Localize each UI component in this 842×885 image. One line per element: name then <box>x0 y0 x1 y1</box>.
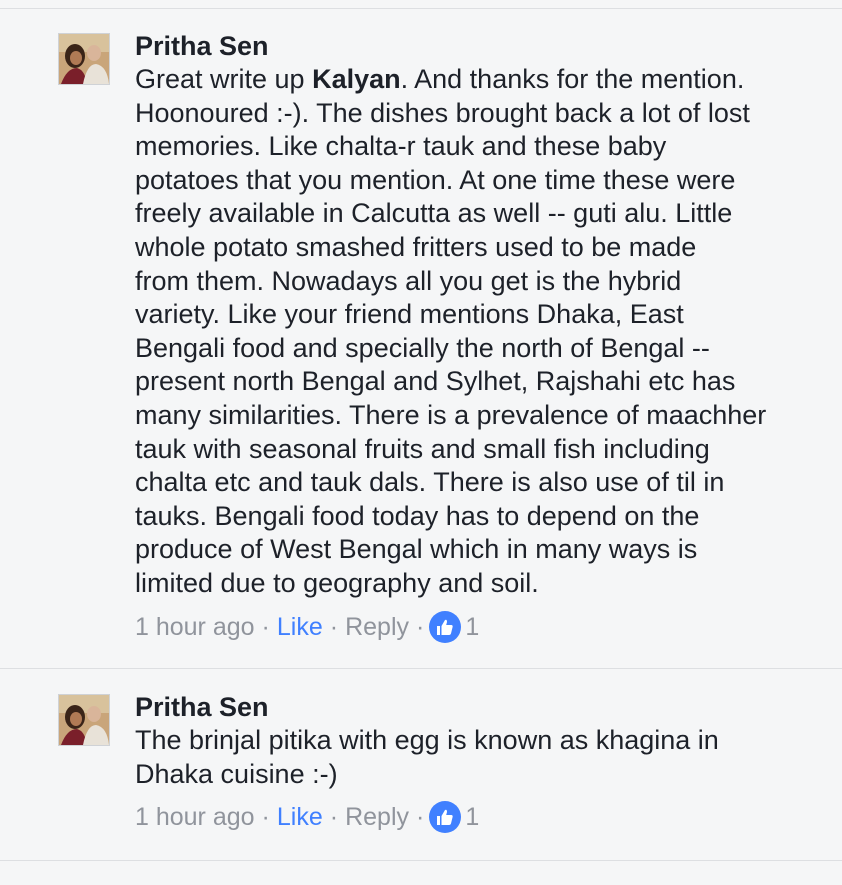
comment-line: Hoonoured :-). The dishes brought back a… <box>135 97 750 128</box>
avatar[interactable] <box>58 33 110 85</box>
comment-author[interactable]: Pritha Sen <box>135 690 842 724</box>
text-run: . And thanks for the mention. <box>400 64 745 94</box>
reply-button[interactable]: Reply <box>345 802 409 832</box>
comment-line: tauks. Bengali food today has to depend … <box>135 500 700 531</box>
text-run: Great write up <box>135 64 313 94</box>
separator: · <box>416 803 425 832</box>
separator: · <box>416 612 425 641</box>
comment-line: Great write up Kalyan. And thanks for th… <box>135 63 842 97</box>
comment-text: Great write up Kalyan. And thanks for th… <box>135 63 842 601</box>
separator: · <box>261 803 270 832</box>
separator: · <box>261 612 270 641</box>
comment-line: from them. Nowadays all you get is the h… <box>135 265 682 296</box>
comment-line: variety. Like your friend mentions Dhaka… <box>135 299 684 330</box>
timestamp[interactable]: 1 hour ago <box>135 802 255 832</box>
comment-line: chalta etc and tauk dals. There is also … <box>135 467 725 498</box>
bottom-divider <box>0 860 842 861</box>
timestamp[interactable]: 1 hour ago <box>135 612 255 642</box>
comment-author[interactable]: Pritha Sen <box>135 29 842 63</box>
comment-line: Dhaka cuisine :-) <box>135 758 338 789</box>
comment-meta: 1 hour ago · Like · Reply · 1 <box>135 610 842 643</box>
comment-line: whole potato smashed fritters used to be… <box>135 231 697 262</box>
top-divider <box>0 8 842 9</box>
mention-link[interactable]: Kalyan <box>312 64 401 94</box>
comment-line: The brinjal pitika with egg is known as … <box>135 725 719 755</box>
comment-line: many similarities. There is a prevalence… <box>135 399 767 430</box>
comment-line: memories. Like chalta-r tauk and these b… <box>135 131 667 162</box>
reaction-count[interactable]: 1 <box>465 802 479 832</box>
avatar-photo <box>59 695 109 745</box>
separator: · <box>329 803 339 832</box>
comment-line: Bengali food and specially the north of … <box>135 332 710 363</box>
comment-line: tauk with seasonal fruits and small fish… <box>135 433 710 464</box>
avatar[interactable] <box>58 694 110 746</box>
avatar-photo <box>59 34 109 84</box>
like-button[interactable]: Like <box>277 802 323 832</box>
comment-text: The brinjal pitika with egg is known as … <box>135 724 842 791</box>
like-button[interactable]: Like <box>277 612 323 642</box>
comment-line: present north Bengal and Sylhet, Rajshah… <box>135 366 736 397</box>
thumbs-up-icon[interactable] <box>429 610 462 643</box>
comment-meta: 1 hour ago · Like · Reply · 1 <box>135 801 842 834</box>
comment-line: freely available in Calcutta as well -- … <box>135 198 733 229</box>
comment-divider <box>0 668 842 669</box>
reaction-count[interactable]: 1 <box>465 612 479 642</box>
reply-button[interactable]: Reply <box>345 612 409 642</box>
thumbs-up-icon[interactable] <box>429 801 462 834</box>
comment-line: limited due to geography and soil. <box>135 567 539 598</box>
comment-line: produce of West Bengal which in many way… <box>135 534 698 565</box>
separator: · <box>329 612 339 641</box>
comment-line: potatoes that you mention. At one time t… <box>135 164 736 195</box>
